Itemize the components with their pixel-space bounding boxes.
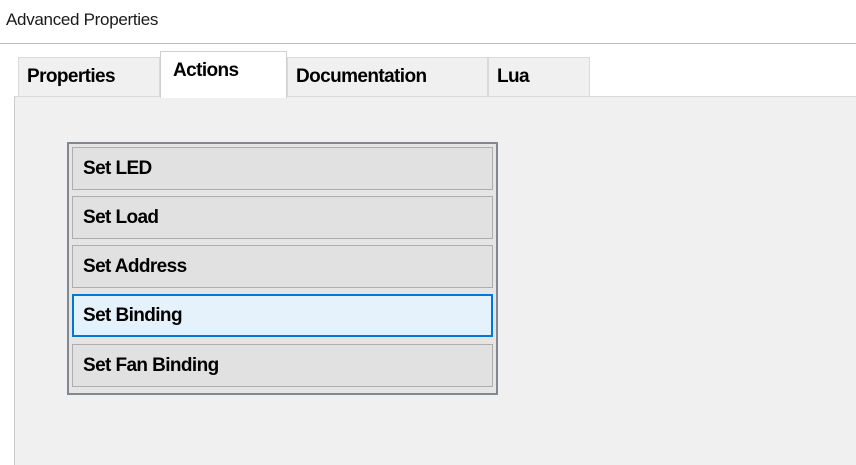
set-fan-binding-button[interactable]: Set Fan Binding <box>72 344 493 387</box>
tab-documentation[interactable]: Documentation <box>287 57 488 97</box>
set-binding-button[interactable]: Set Binding <box>72 294 493 337</box>
set-address-button[interactable]: Set Address <box>72 245 493 288</box>
tab-strip: Properties Actions Documentation Lua <box>0 44 856 98</box>
actions-tab-panel: Set LED Set Load Set Address Set Binding… <box>14 96 856 465</box>
tab-properties[interactable]: Properties <box>18 57 160 97</box>
tab-actions[interactable]: Actions <box>160 51 287 98</box>
set-load-button[interactable]: Set Load <box>72 196 493 239</box>
set-led-button[interactable]: Set LED <box>72 147 493 190</box>
window-title-bar: Advanced Properties <box>0 0 856 44</box>
tab-lua[interactable]: Lua <box>488 57 590 97</box>
window-title: Advanced Properties <box>6 10 159 29</box>
action-button-list: Set LED Set Load Set Address Set Binding… <box>67 142 498 395</box>
